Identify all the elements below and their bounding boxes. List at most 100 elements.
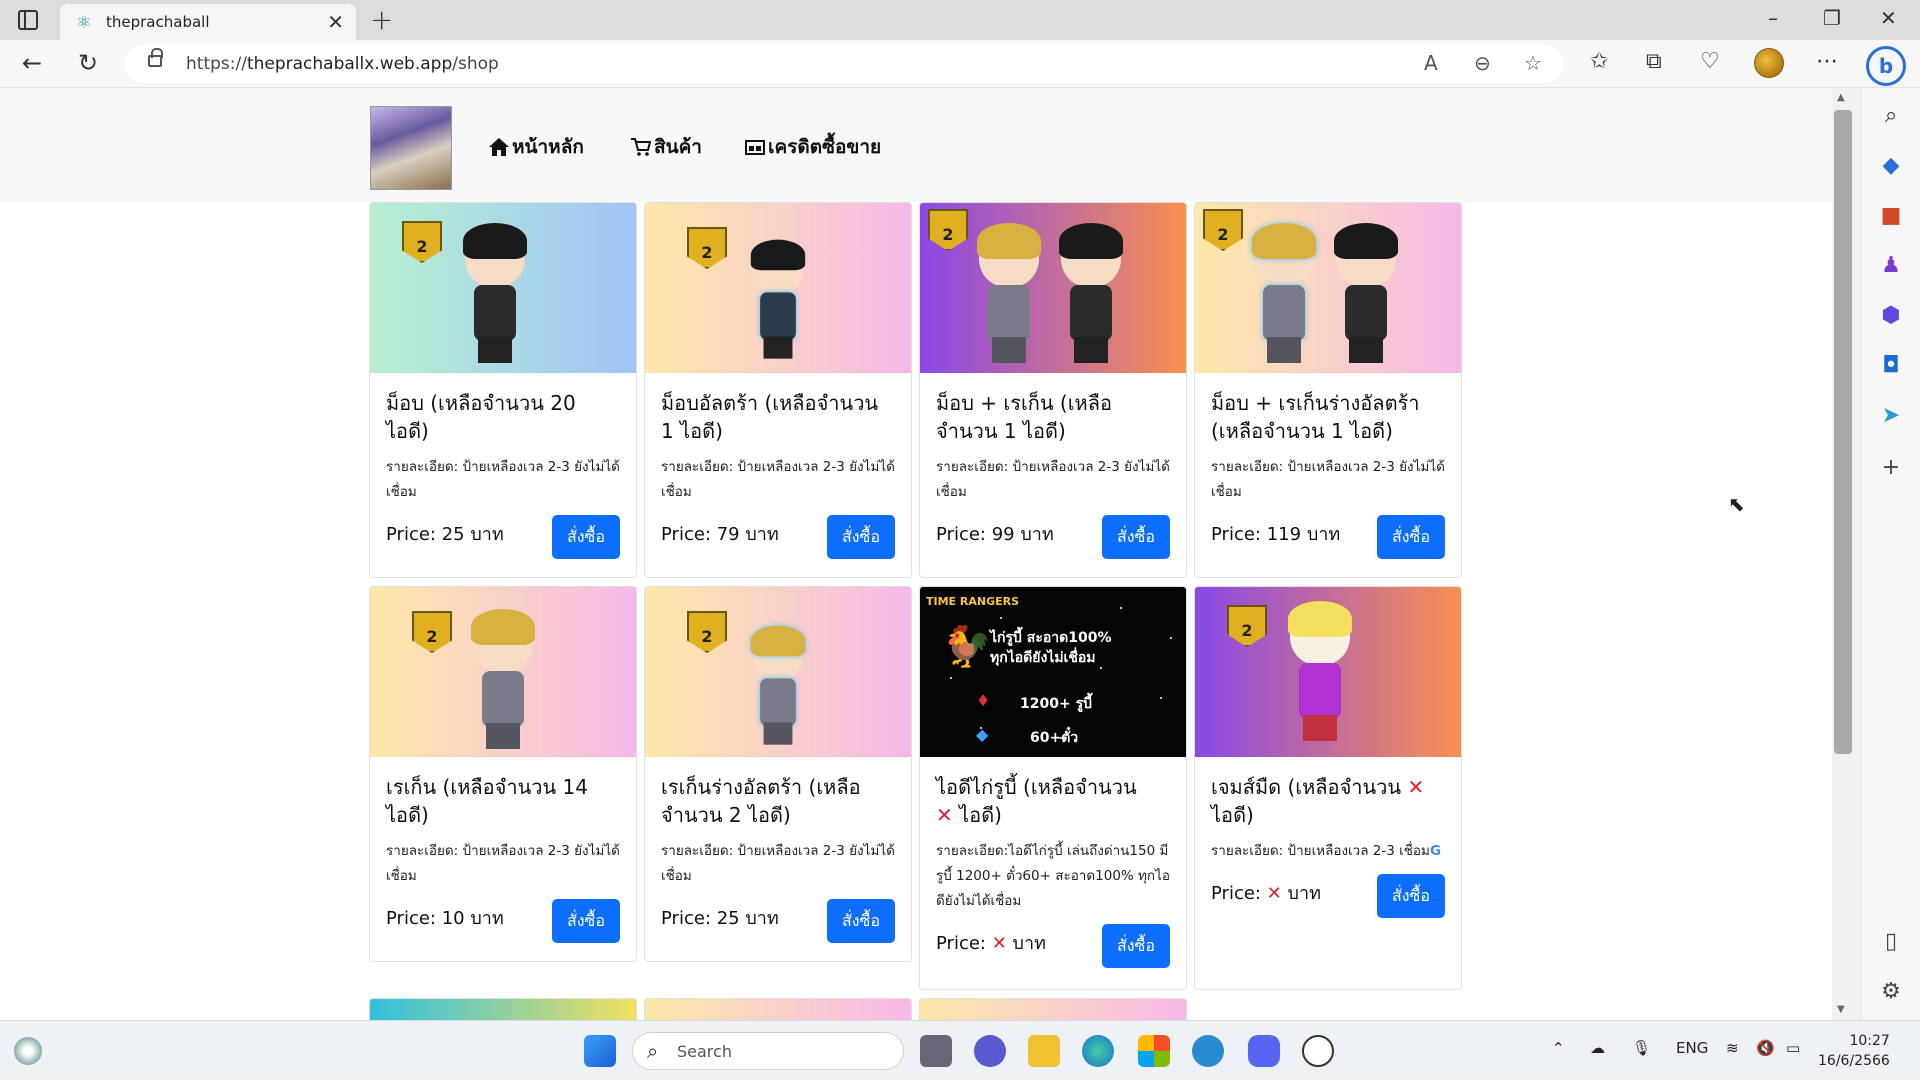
volume-muted-icon[interactable]: 🔇 [1756, 1039, 1775, 1057]
browser-essentials-icon[interactable]: ♡ [1700, 49, 1720, 74]
product-title: ม็อบ (เหลือจำนวน 20 ไอดี) [386, 391, 576, 443]
mouse-cursor-icon: ⬉ [1728, 492, 1745, 516]
product-price: Price: 99 บาท [936, 524, 1054, 545]
hide-sidebar-icon[interactable]: ▯ [1877, 928, 1905, 956]
discord-icon[interactable] [1248, 1035, 1280, 1067]
tools-icon[interactable]: ■ [1877, 202, 1905, 230]
language-indicator[interactable]: ENG [1676, 1039, 1708, 1057]
cross-mark-icon: ✕ [1266, 883, 1282, 904]
product-desc: รายละเอียด: ป้ายเหลืองเวล 2-3 ยังไม่ได้เ… [661, 459, 895, 500]
buy-button[interactable]: สั่งซื้อ [827, 515, 895, 559]
product-card: TIME RANGERS 🐓 ไก่รูบี้ สะอาด100% ทุกไอด… [919, 586, 1187, 990]
product-image[interactable] [370, 203, 636, 373]
product-title: เรเก็นร่างอัลตร้า (เหลือจำนวน 2 ไอดี) [661, 775, 861, 827]
microphone-icon[interactable]: 🎙 [1632, 1039, 1651, 1057]
level-2-badge-icon [928, 209, 968, 251]
ad-line-1: ไก่รูบี้ สะอาด100% [990, 630, 1112, 646]
nav-credit[interactable]: เครดิตซื้อขาย [744, 132, 881, 162]
buy-button[interactable]: สั่งซื้อ [552, 515, 620, 559]
weather-widget-icon[interactable] [14, 1037, 42, 1065]
favorites-icon[interactable]: ✩ [1590, 49, 1608, 74]
profile-avatar[interactable] [1754, 48, 1784, 78]
product-image[interactable] [645, 203, 911, 373]
buy-button[interactable]: สั่งซื้อ [1377, 874, 1445, 918]
drop-icon[interactable]: ➤ [1877, 402, 1905, 430]
mob-character-icon [1056, 223, 1126, 363]
product-card: ม็อบอัลตร้า (เหลือจำนวน 1 ไอดี) รายละเอี… [644, 202, 912, 578]
cross-mark-icon: ✕ [991, 933, 1007, 954]
task-view-icon[interactable] [920, 1035, 952, 1067]
windows-taskbar: ⌕ Search ⌃ ☁ 🎙 ENG ≋ 🔇 ▭ 10:27 16/6/2566 [0, 1020, 1920, 1080]
product-image[interactable]: TIME RANGERS 🐓 ไก่รูบี้ สะอาด100% ทุกไอด… [920, 587, 1186, 757]
mob-character-icon [460, 223, 530, 363]
level-2-badge-icon [402, 221, 442, 263]
onedrive-icon[interactable]: ☁ [1590, 1039, 1605, 1057]
buy-button[interactable]: สั่งซื้อ [552, 899, 620, 943]
bing-copilot-icon[interactable]: b [1866, 46, 1906, 86]
wifi-icon[interactable]: ≋ [1726, 1039, 1739, 1057]
product-title: ม็อบ + เรเก็นร่างอัลตร้า (เหลือจำนวน 1 ไ… [1211, 391, 1420, 443]
refresh-icon[interactable]: ↻ [78, 49, 98, 77]
search-icon[interactable]: ⌕ [1877, 102, 1905, 130]
file-explorer-icon[interactable] [1028, 1035, 1060, 1067]
ad-line-3: 1200+ รูบี้ [1020, 696, 1092, 712]
level-2-badge-icon [412, 611, 452, 653]
buy-button[interactable]: สั่งซื้อ [1102, 924, 1170, 968]
product-image[interactable] [920, 203, 1186, 373]
product-image[interactable] [370, 587, 636, 757]
outlook-icon[interactable]: ◘ [1877, 352, 1905, 380]
nav-home[interactable]: หน้าหลัก [488, 132, 584, 162]
back-icon[interactable]: ← [22, 49, 42, 77]
battery-icon[interactable]: ▭ [1786, 1039, 1800, 1057]
minimize-icon[interactable]: – [1768, 6, 1778, 30]
scroll-down-icon[interactable]: ▼ [1837, 1004, 1845, 1015]
scroll-up-icon[interactable]: ▲ [1837, 92, 1845, 103]
product-price: Price: 79 บาท [661, 524, 779, 545]
more-menu-icon[interactable]: ⋯ [1816, 49, 1838, 74]
windows-start-icon[interactable] [584, 1035, 616, 1067]
cross-mark-icon: ✕ [1407, 775, 1425, 799]
taskbar-search[interactable]: ⌕ Search [632, 1032, 904, 1070]
edge-sidebar: ⌕ ◆ ■ ♟ ⬢ ◘ ➤ + ▯ ⚙ [1860, 88, 1920, 1020]
product-title: เรเก็น (เหลือจำนวน 14 ไอดี) [386, 775, 588, 827]
product-image[interactable] [1195, 587, 1461, 757]
url-field[interactable]: https://theprachaballx.web.app/shop A ⊖ … [124, 45, 1564, 83]
product-price: Price: 10 บาท [386, 908, 504, 929]
product-title: ม็อบ + เรเก็น (เหลือจำนวน 1 ไอดี) [936, 391, 1113, 443]
product-card: เรเก็นร่างอัลตร้า (เหลือจำนวน 2 ไอดี) รา… [644, 586, 912, 962]
product-image[interactable] [645, 587, 911, 757]
get-help-icon[interactable] [1192, 1035, 1224, 1067]
tab-actions-icon[interactable] [18, 10, 38, 30]
buy-button[interactable]: สั่งซื้อ [1377, 515, 1445, 559]
product-card: เจมส์มืด (เหลือจำนวน ✕ไอดี) รายละเอียด: … [1194, 586, 1462, 990]
new-tab-icon[interactable]: + [370, 3, 393, 36]
add-sidebar-app-icon[interactable]: + [1877, 454, 1905, 482]
buy-button[interactable]: สั่งซื้อ [1102, 515, 1170, 559]
lock-icon[interactable] [148, 48, 163, 67]
tray-chevron-icon[interactable]: ⌃ [1552, 1039, 1565, 1057]
microsoft-store-icon[interactable] [1138, 1035, 1170, 1067]
active-tab[interactable]: ⚛ theprachaball ✕ [60, 4, 356, 40]
product-image[interactable] [1195, 203, 1461, 373]
address-bar: ← ↻ https://theprachaballx.web.app/shop … [0, 40, 1920, 88]
close-tab-icon[interactable]: ✕ [327, 10, 344, 34]
shopping-tag-icon[interactable]: ◆ [1877, 152, 1905, 180]
zoom-out-icon[interactable]: ⊖ [1474, 51, 1491, 75]
favorite-star-icon[interactable]: ☆ [1524, 51, 1542, 75]
buy-button[interactable]: สั่งซื้อ [827, 899, 895, 943]
scrollbar-thumb[interactable] [1834, 110, 1852, 754]
read-aloud-icon[interactable]: A [1424, 51, 1438, 75]
taskbar-clock[interactable]: 10:27 16/6/2566 [1818, 1031, 1890, 1071]
close-window-icon[interactable]: ✕ [1880, 6, 1897, 30]
site-logo[interactable] [370, 106, 452, 190]
chatgpt-icon[interactable] [1302, 1035, 1334, 1067]
edge-browser-icon[interactable] [1082, 1035, 1114, 1067]
microsoft-365-icon[interactable]: ⬢ [1877, 302, 1905, 330]
nav-products[interactable]: สินค้า [630, 132, 702, 162]
restore-icon[interactable]: ❐ [1823, 6, 1841, 30]
games-icon[interactable]: ♟ [1877, 252, 1905, 280]
settings-gear-icon[interactable]: ⚙ [1877, 978, 1905, 1006]
collections-icon[interactable]: ⧉ [1646, 49, 1662, 74]
product-desc: รายละเอียด: ป้ายเหลืองเวล 2-3 เชื่อมG [1211, 843, 1442, 859]
teams-chat-icon[interactable] [974, 1035, 1006, 1067]
